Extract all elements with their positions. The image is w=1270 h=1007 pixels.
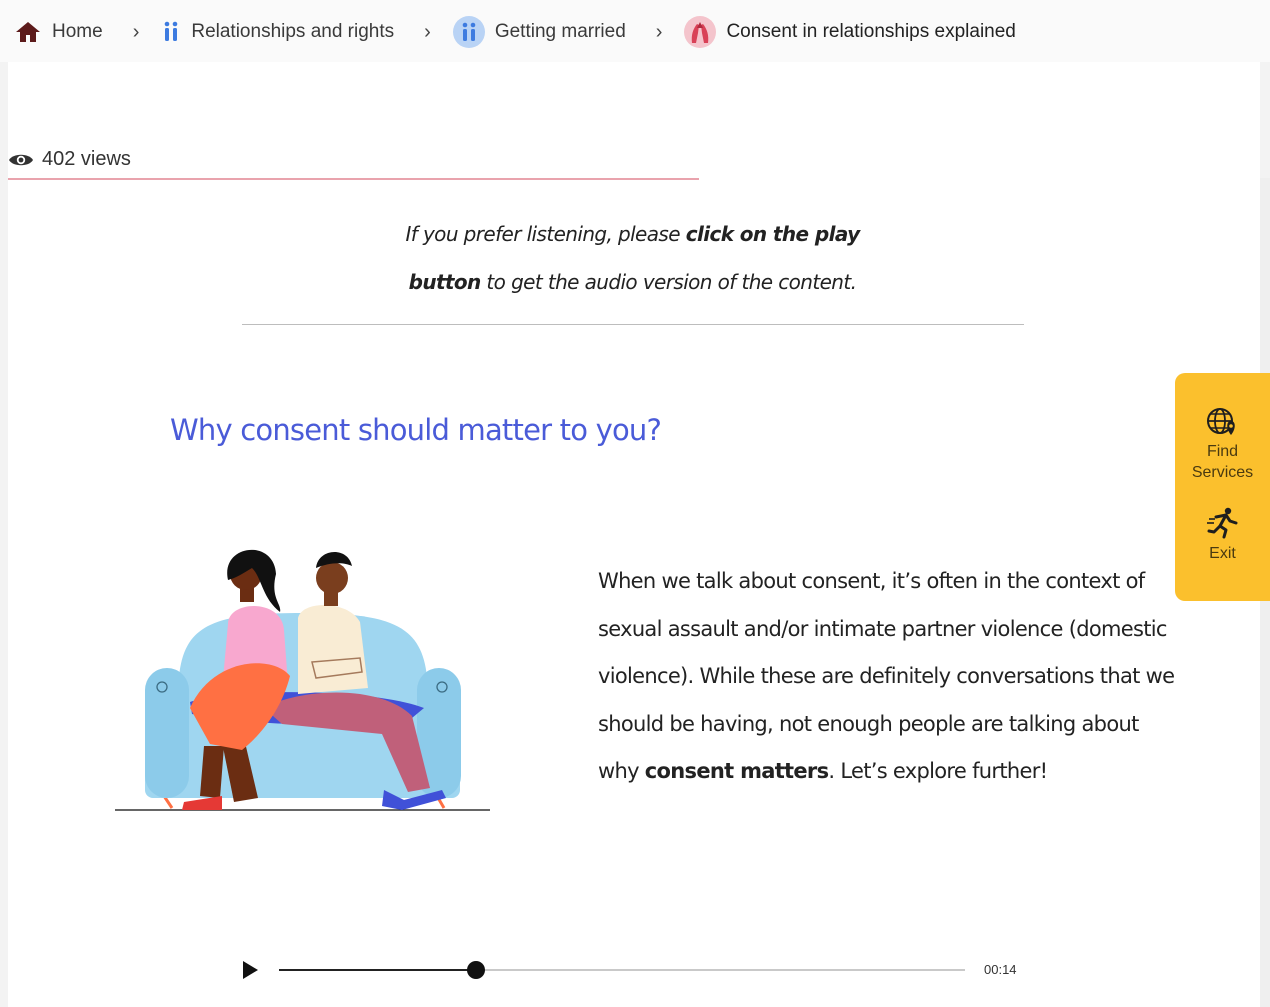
body-bold-text: consent matters: [644, 759, 829, 784]
breadcrumb-relationships-label: Relationships and rights: [191, 21, 395, 42]
exit-label: Exit: [1209, 545, 1236, 562]
breadcrumb-home-label: Home: [52, 21, 103, 42]
audio-progress-track[interactable]: [279, 961, 965, 979]
breadcrumb-current[interactable]: Consent in relationships explained: [684, 16, 1016, 48]
quick-actions-panel: Find Services Exit: [1175, 373, 1270, 601]
people-icon: [161, 21, 181, 43]
view-count: 402 views: [8, 148, 131, 171]
section-heading: Why consent should matter to you?: [170, 413, 662, 447]
breadcrumb-current-label: Consent in relationships explained: [726, 21, 1016, 42]
find-services-button[interactable]: Find Services: [1175, 405, 1270, 483]
audio-time: 00:14: [984, 962, 1017, 977]
chevron-right-icon: ›: [655, 20, 663, 43]
eye-icon: [9, 154, 33, 165]
content-area: [8, 62, 1260, 1007]
audio-intro-text: If you prefer listening, please click on…: [300, 210, 965, 306]
view-count-label: 402 views: [42, 148, 131, 170]
intro-bold-text: click on the play: [685, 222, 860, 246]
breadcrumb-relationships[interactable]: Relationships and rights: [161, 21, 394, 43]
globe-location-icon: [1206, 408, 1235, 435]
people-icon: [452, 16, 485, 48]
exit-button[interactable]: Exit: [1175, 507, 1270, 564]
breadcrumb-getting-married[interactable]: Getting married: [452, 16, 626, 48]
audio-seek-handle[interactable]: [466, 961, 485, 979]
chevron-right-icon: ›: [132, 20, 140, 43]
breadcrumb-getting-married-label: Getting married: [494, 21, 626, 42]
breadcrumb-home[interactable]: Home: [14, 20, 103, 44]
divider: [242, 324, 1024, 325]
intro-text: If you prefer listening, please: [405, 222, 686, 246]
body-paragraph: When we talk about consent, it’s often i…: [598, 558, 1178, 796]
couple-on-sofa-illustration: [115, 549, 490, 811]
intro-text: to get the audio version of the content.: [480, 270, 857, 294]
breadcrumb-bar: Home › Relationships and rights › Gettin…: [0, 0, 1270, 62]
play-icon[interactable]: [240, 959, 260, 981]
consent-hands-icon: [684, 16, 717, 48]
chevron-right-icon: ›: [424, 20, 431, 43]
body-text: When we talk about consent, it’s often i…: [598, 569, 1175, 784]
running-person-icon: [1206, 507, 1237, 539]
audio-player: 00:14: [240, 955, 1040, 985]
audio-progress-fill: [279, 969, 476, 971]
body-text: . Let’s explore further!: [828, 759, 1048, 784]
home-icon: [14, 20, 42, 44]
intro-bold-text: button: [408, 270, 482, 294]
breadcrumb: Home › Relationships and rights › Gettin…: [14, 15, 1016, 49]
divider: [8, 178, 699, 180]
find-services-label: Find Services: [1191, 443, 1254, 481]
